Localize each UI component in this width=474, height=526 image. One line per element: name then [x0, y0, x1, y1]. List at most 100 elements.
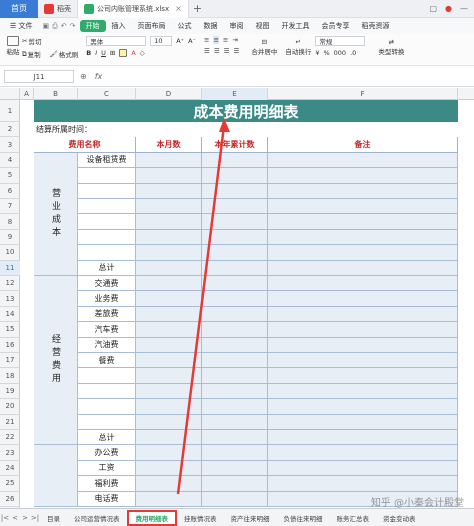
last-sheet-button[interactable]: >| — [30, 514, 40, 522]
sheet-tab-liabilities[interactable]: 负债往来明细 — [277, 509, 330, 526]
remark-cell[interactable] — [268, 445, 458, 461]
print-icon[interactable]: ⎙ — [52, 22, 58, 31]
expense-item-cell[interactable]: 总计 — [78, 430, 136, 446]
year-value-cell[interactable] — [202, 199, 268, 215]
year-value-cell[interactable] — [202, 353, 268, 369]
layout-icon[interactable]: ▢ — [429, 4, 437, 13]
expense-item-cell[interactable]: 总计 — [78, 260, 136, 276]
row-header-13[interactable]: 13 — [0, 291, 20, 307]
year-value-cell[interactable] — [202, 214, 268, 230]
row-header-23[interactable]: 23 — [0, 445, 20, 461]
column-header-b[interactable]: B — [34, 88, 78, 100]
align-center-icon[interactable]: ☰ — [214, 47, 220, 55]
row-header-11[interactable]: 11 — [0, 260, 20, 276]
remark-cell[interactable] — [268, 276, 458, 292]
row-header-2[interactable]: 2 — [0, 122, 20, 138]
menu-file[interactable]: ☰ 文件 — [4, 18, 39, 34]
row-header-20[interactable]: 20 — [0, 399, 20, 415]
remark-cell[interactable] — [268, 337, 458, 353]
menu-page-layout[interactable]: 页面布局 — [132, 18, 172, 34]
close-icon[interactable]: × — [175, 4, 182, 13]
font-grow-icon[interactable]: A⁺ — [176, 37, 184, 45]
year-value-cell[interactable] — [202, 168, 268, 184]
row-header-10[interactable]: 10 — [0, 245, 20, 261]
menu-insert[interactable]: 插入 — [106, 18, 132, 34]
year-value-cell[interactable] — [202, 229, 268, 246]
menu-view[interactable]: 视图 — [250, 18, 276, 34]
sheet-title[interactable]: 成本费用明细表 — [34, 100, 458, 122]
redo-icon[interactable]: ↷ — [70, 22, 76, 31]
indent-icon[interactable]: ⇥ — [232, 36, 237, 44]
row-header-4[interactable]: 4 — [0, 153, 20, 169]
category-cell[interactable]: 营业成本 — [34, 152, 78, 276]
year-value-cell[interactable] — [202, 368, 268, 384]
year-value-cell[interactable] — [202, 183, 268, 199]
month-value-cell[interactable] — [136, 430, 202, 446]
row-header-16[interactable]: 16 — [0, 338, 20, 353]
year-value-cell[interactable] — [202, 306, 268, 323]
paste-button[interactable]: 粘贴 — [4, 36, 22, 56]
expense-item-cell[interactable] — [78, 245, 136, 261]
row-header-3[interactable]: 3 — [0, 137, 20, 153]
eraser-icon[interactable]: ◇ — [140, 49, 145, 57]
month-value-cell[interactable] — [136, 183, 202, 199]
header-expense-name[interactable]: 费用名称 — [34, 137, 136, 153]
zoom-icon[interactable]: ⊕ — [80, 72, 87, 81]
year-value-cell[interactable] — [202, 152, 268, 169]
row-header-21[interactable]: 21 — [0, 415, 20, 430]
sheet-tab-directory[interactable]: 目录 — [40, 509, 67, 526]
row-header-15[interactable]: 15 — [0, 322, 20, 338]
menu-home[interactable]: 开始 — [79, 20, 106, 32]
name-box[interactable]: J11 — [4, 70, 74, 83]
category-cell[interactable] — [34, 445, 78, 507]
prev-sheet-button[interactable]: < — [10, 514, 20, 522]
column-header-a[interactable]: A — [20, 88, 34, 100]
month-value-cell[interactable] — [136, 460, 202, 477]
year-value-cell[interactable] — [202, 399, 268, 415]
row-header-8[interactable]: 8 — [0, 214, 20, 230]
row-header-17[interactable]: 17 — [0, 353, 20, 369]
expense-item-cell[interactable]: 设备租赁费 — [78, 152, 136, 169]
header-month[interactable]: 本月数 — [136, 137, 202, 153]
menu-daoke-resources[interactable]: 稻壳资源 — [356, 18, 396, 34]
year-value-cell[interactable] — [202, 260, 268, 276]
year-value-cell[interactable] — [202, 322, 268, 338]
align-bottom-icon[interactable]: ≡ — [223, 36, 228, 44]
sheet-tab-expense-detail[interactable]: 费用明细表 — [126, 509, 177, 526]
month-value-cell[interactable] — [136, 306, 202, 323]
row-header-14[interactable]: 14 — [0, 307, 20, 323]
font-color-icon[interactable]: A — [131, 49, 135, 57]
justify-icon[interactable]: ☰ — [233, 47, 239, 55]
tab-daoke[interactable]: 稻壳 — [38, 0, 77, 18]
sheet-tab-funds[interactable]: 资金变动表 — [376, 509, 423, 526]
sheet-tab-assets[interactable]: 资产往来明细 — [224, 509, 277, 526]
remark-cell[interactable] — [268, 430, 458, 446]
remark-cell[interactable] — [268, 399, 458, 415]
category-cell[interactable]: 经营费用 — [34, 276, 78, 446]
month-value-cell[interactable] — [136, 368, 202, 384]
remark-cell[interactable] — [268, 414, 458, 430]
expense-item-cell[interactable]: 汽车费 — [78, 322, 136, 338]
month-value-cell[interactable] — [136, 476, 202, 492]
menu-data[interactable]: 数据 — [198, 18, 224, 34]
year-value-cell[interactable] — [202, 291, 268, 307]
remark-cell[interactable] — [268, 214, 458, 230]
row-header-5[interactable]: 5 — [0, 168, 20, 184]
underline-button[interactable]: U — [101, 49, 106, 57]
row-header-9[interactable]: 9 — [0, 230, 20, 246]
align-right-icon[interactable]: ☰ — [224, 47, 230, 55]
decimal-icon[interactable]: .0 — [350, 49, 356, 57]
year-value-cell[interactable] — [202, 337, 268, 353]
border-icon[interactable]: ⊞ — [110, 49, 115, 57]
merge-center-button[interactable]: ⊟ 合并居中 — [247, 36, 281, 56]
align-top-icon[interactable]: ≡ — [204, 36, 209, 44]
row-header-26[interactable]: 26 — [0, 492, 20, 507]
sheet-tab-accounts[interactable]: 挂账情况表 — [177, 509, 224, 526]
menu-formulas[interactable]: 公式 — [172, 18, 198, 34]
row-header-25[interactable]: 25 — [0, 476, 20, 492]
column-header-c[interactable]: C — [78, 88, 136, 100]
month-value-cell[interactable] — [136, 168, 202, 184]
month-value-cell[interactable] — [136, 383, 202, 400]
remark-cell[interactable] — [268, 199, 458, 215]
menu-review[interactable]: 审阅 — [224, 18, 250, 34]
